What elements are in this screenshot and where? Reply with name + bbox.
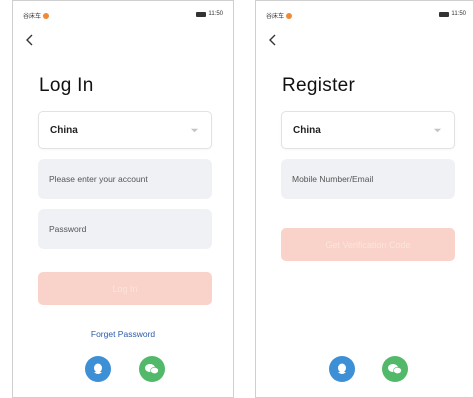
country-value: China xyxy=(293,124,321,136)
country-select[interactable]: China xyxy=(38,111,212,149)
country-value: China xyxy=(50,124,78,136)
carrier-text: 谷床车 xyxy=(23,14,42,20)
status-bar: 谷床车 11:50 xyxy=(256,9,473,21)
notification-icon xyxy=(286,12,293,19)
carrier-text: 谷床车 xyxy=(266,14,285,20)
get-verification-code-button[interactable]: Get Verification Code xyxy=(281,228,455,261)
password-input[interactable]: Password xyxy=(38,209,212,249)
qq-login-button[interactable] xyxy=(85,356,111,382)
status-right: 11:50 xyxy=(439,11,466,17)
clock-text: 11:50 xyxy=(208,11,223,17)
wechat-login-button[interactable] xyxy=(139,356,165,382)
login-button[interactable]: Log In xyxy=(38,272,212,305)
notification-icon xyxy=(43,12,50,19)
wechat-icon xyxy=(388,364,402,375)
back-arrow-icon[interactable] xyxy=(23,33,37,47)
password-placeholder: Password xyxy=(49,224,87,234)
status-left: 谷床车 xyxy=(23,11,50,20)
forgot-password-link[interactable]: Forget Password xyxy=(13,329,233,339)
mobile-email-input[interactable]: Mobile Number/Email xyxy=(281,159,455,199)
clock-text: 11:50 xyxy=(451,11,466,17)
mobile-email-placeholder: Mobile Number/Email xyxy=(292,174,374,184)
wechat-icon xyxy=(145,364,159,375)
account-input[interactable]: Please enter your account xyxy=(38,159,212,199)
status-bar: 谷床车 11:50 xyxy=(13,9,233,21)
battery-icon xyxy=(196,11,207,17)
login-screen: 谷床车 11:50 Log In China Please enter your… xyxy=(12,0,234,398)
chevron-down-icon xyxy=(190,128,199,133)
page-title: Log In xyxy=(39,75,94,96)
status-left: 谷床车 xyxy=(266,11,293,20)
page-title: Register xyxy=(282,75,356,96)
battery-icon xyxy=(439,11,450,17)
register-screen: 谷床车 11:50 Register China Mobile Number/E… xyxy=(255,0,473,398)
chevron-down-icon xyxy=(433,128,442,133)
wechat-login-button[interactable] xyxy=(382,356,408,382)
login-button-label: Log In xyxy=(112,283,138,294)
back-arrow-icon[interactable] xyxy=(266,33,280,47)
qq-icon xyxy=(94,363,102,374)
screenshot-stage: 谷床车 11:50 Log In China Please enter your… xyxy=(0,0,473,398)
qq-icon xyxy=(338,363,346,374)
status-right: 11:50 xyxy=(196,11,223,17)
get-code-button-label: Get Verification Code xyxy=(325,239,411,250)
country-select[interactable]: China xyxy=(281,111,455,149)
account-placeholder: Please enter your account xyxy=(49,174,148,184)
qq-login-button[interactable] xyxy=(329,356,355,382)
